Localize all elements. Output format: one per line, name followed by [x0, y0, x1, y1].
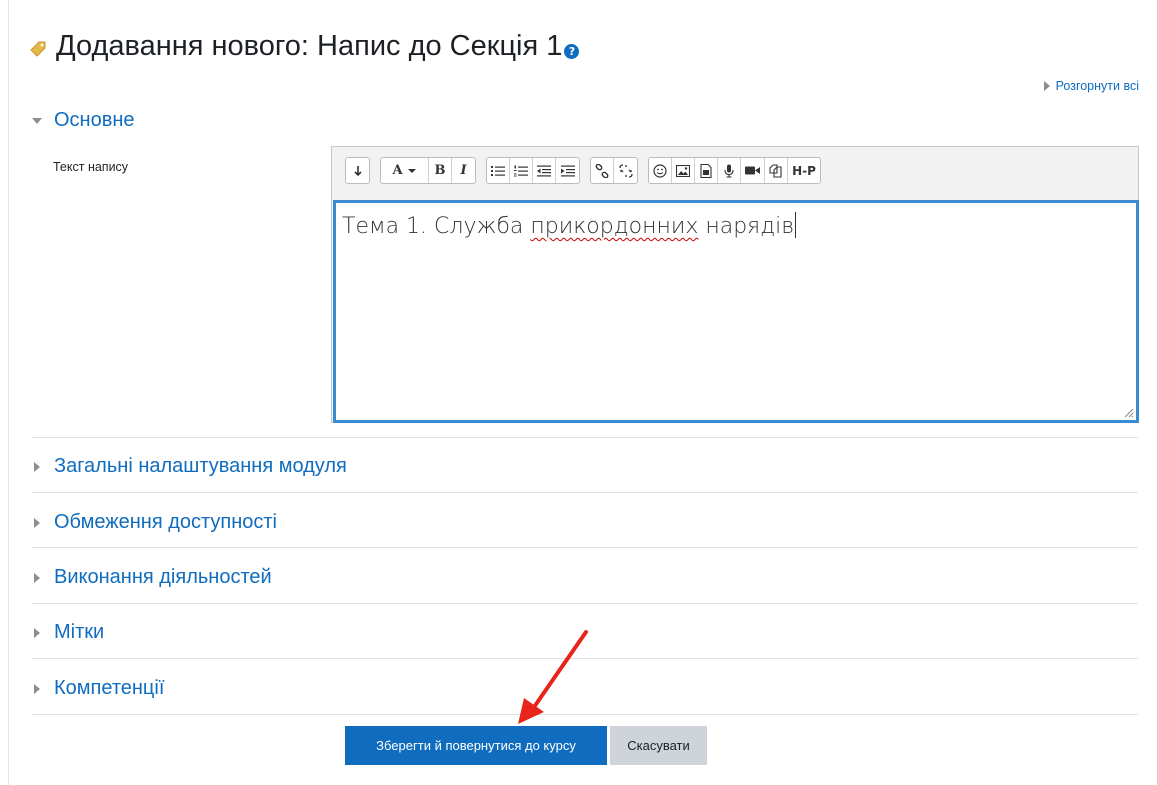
section-label: Обмеження доступності: [54, 511, 277, 533]
page: Додавання нового: Напис до Секція 1 ? Ро…: [0, 0, 1157, 785]
triangle-right-icon: [1043, 81, 1050, 91]
chevron-down-icon: [407, 168, 416, 173]
rich-text-editor: A B I H-P Тема 1. Служба прикордонних на…: [331, 146, 1139, 423]
section-divider: [32, 547, 1138, 548]
triangle-right-icon: [34, 627, 40, 638]
toolbar-group-media: H-P: [648, 157, 821, 184]
show-more-icon: [353, 165, 362, 176]
ordered-list-icon: [514, 165, 528, 176]
save-and-return-button[interactable]: Зберегти й повернутися до курсу: [345, 726, 607, 765]
section-divider: [32, 437, 1138, 438]
unordered-list-icon: [491, 165, 505, 176]
misspelled-word: прикордонних: [530, 214, 699, 239]
font-style-button[interactable]: A: [381, 158, 429, 183]
annotation-arrow-icon: [518, 630, 588, 724]
editor-text[interactable]: Тема 1. Служба прикордонних нарядів: [342, 212, 797, 239]
text-caret: [795, 212, 797, 238]
italic-icon: I: [460, 163, 467, 178]
manage-files-button[interactable]: [765, 158, 788, 183]
section-label: Мітки: [54, 621, 105, 643]
section-tags-toggle[interactable]: Мітки: [32, 621, 104, 644]
outdent-icon: [537, 165, 551, 176]
toolbar-group-links: [590, 157, 638, 184]
page-title-text: Додавання нового: Напис до Секція 1: [56, 30, 563, 62]
section-competencies-toggle[interactable]: Компетенції: [32, 677, 164, 700]
editor-text-part: Тема 1. Служба: [342, 214, 531, 239]
media-icon: [700, 163, 712, 178]
section-general-toggle[interactable]: Основне: [32, 109, 135, 132]
image-button[interactable]: [672, 158, 695, 183]
editor-content-area[interactable]: Тема 1. Служба прикордонних нарядів: [333, 200, 1139, 423]
expand-all-link[interactable]: Розгорнути всі: [1043, 79, 1139, 93]
ordered-list-button[interactable]: [510, 158, 533, 183]
h5p-icon: H-P: [792, 163, 816, 178]
section-label: Загальні налаштування модуля: [54, 455, 347, 477]
triangle-down-icon: [32, 117, 42, 124]
indent-icon: [560, 165, 575, 176]
image-icon: [676, 164, 690, 177]
unlink-button[interactable]: [614, 158, 637, 183]
editor-text-part: нарядів: [698, 214, 795, 239]
section-activity-completion-toggle[interactable]: Виконання діяльностей: [32, 566, 272, 589]
triangle-right-icon: [34, 461, 40, 472]
record-audio-button[interactable]: [718, 158, 741, 183]
section-label: Компетенції: [54, 677, 165, 699]
link-icon: [595, 163, 609, 178]
record-video-icon: [745, 166, 760, 175]
font-style-icon: A: [392, 163, 403, 178]
italic-button[interactable]: I: [452, 158, 475, 183]
tag-icon: [30, 41, 46, 57]
section-general-label: Основне: [54, 109, 135, 131]
left-divider: [8, 0, 9, 785]
unordered-list-button[interactable]: [487, 158, 510, 183]
section-divider: [32, 603, 1138, 604]
toolbar-group-style: A B I: [380, 157, 476, 184]
indent-button[interactable]: [556, 158, 579, 183]
field-label: Текст напису: [53, 160, 129, 174]
section-divider: [32, 492, 1138, 493]
show-more-button[interactable]: [346, 158, 369, 183]
editor-toolbar: A B I H-P: [332, 147, 1138, 200]
unlink-icon: [618, 163, 633, 178]
page-title: Додавання нового: Напис до Секція 1 ?: [28, 30, 580, 63]
link-button[interactable]: [591, 158, 614, 183]
toolbar-group-lists: [486, 157, 580, 184]
outdent-button[interactable]: [533, 158, 556, 183]
cancel-button[interactable]: Скасувати: [610, 726, 707, 765]
record-audio-icon: [724, 164, 734, 178]
media-button[interactable]: [695, 158, 718, 183]
section-module-settings-toggle[interactable]: Загальні налаштування модуля: [32, 455, 347, 478]
toolbar-group-collapse: [345, 157, 370, 184]
bold-button[interactable]: B: [429, 158, 452, 183]
triangle-right-icon: [34, 517, 40, 528]
h5p-button[interactable]: H-P: [788, 158, 820, 183]
triangle-right-icon: [34, 572, 40, 583]
manage-files-icon: [769, 163, 782, 178]
section-label: Виконання діяльностей: [54, 566, 272, 588]
emoji-button[interactable]: [649, 158, 672, 183]
triangle-right-icon: [34, 683, 40, 694]
expand-all-label: Розгорнути всі: [1055, 79, 1139, 93]
bold-icon: B: [434, 163, 446, 178]
resize-grip-icon[interactable]: [1122, 406, 1134, 418]
record-video-button[interactable]: [741, 158, 765, 183]
help-icon[interactable]: ?: [564, 44, 580, 59]
section-access-restrictions-toggle[interactable]: Обмеження доступності: [32, 511, 277, 534]
emoji-icon: [653, 163, 667, 178]
